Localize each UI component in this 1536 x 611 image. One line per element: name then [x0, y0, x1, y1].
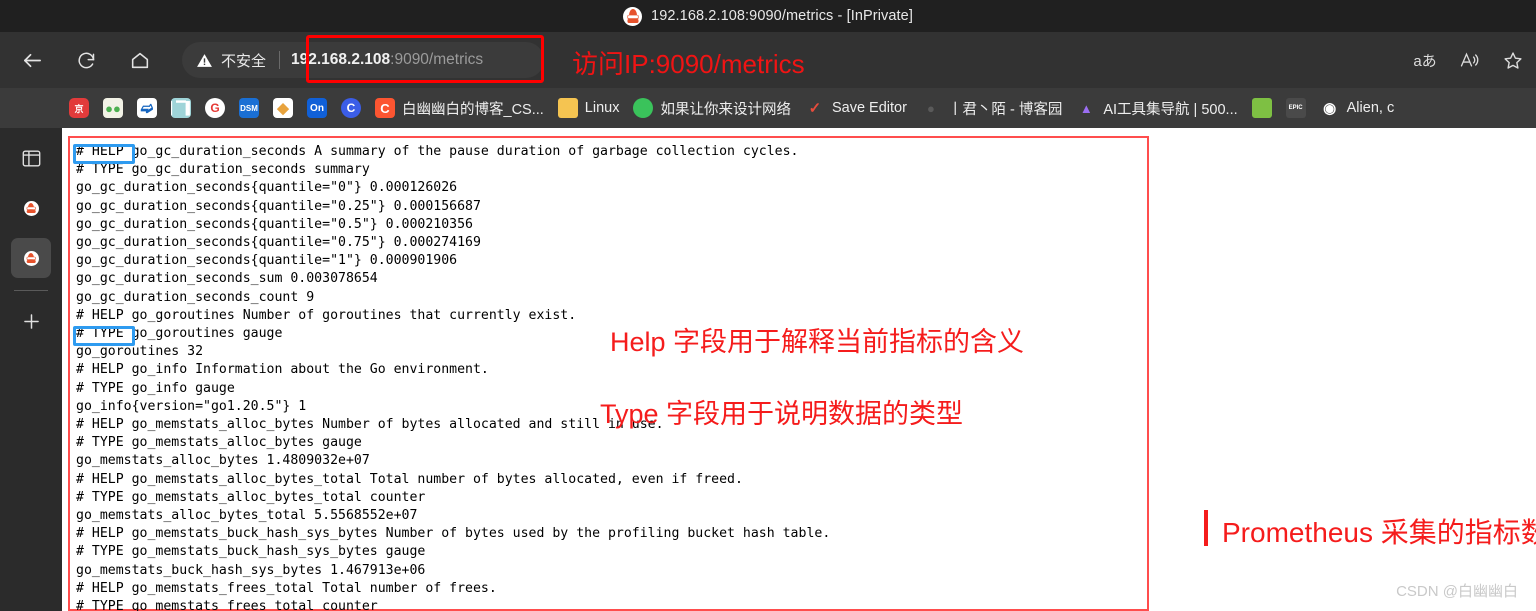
divider [279, 51, 281, 69]
annotation-type: Type 字段用于说明数据的类型 [600, 399, 964, 429]
read-aloud-icon[interactable] [1450, 42, 1488, 78]
back-arrow-icon[interactable] [10, 38, 54, 82]
address-bar[interactable]: 不安全 192.168.2.108:9090/metrics [182, 42, 544, 78]
vertical-tab-rail [0, 128, 62, 611]
bookmark-label: Alien, c [1346, 100, 1395, 116]
bookmark-label: Linux [584, 100, 620, 116]
prometheus-icon [623, 6, 643, 26]
bookmark-item[interactable]: C 白幽幽白的博客_CS... [368, 94, 551, 122]
title-bar: 192.168.2.108:9090/metrics - [InPrivate] [0, 0, 1536, 32]
squares-icon [1251, 98, 1272, 118]
frog-icon: ●● [103, 98, 123, 118]
warning-triangle-icon [196, 52, 213, 69]
dsm-icon: DSM [239, 98, 259, 118]
divider [14, 290, 48, 291]
new-tab-button[interactable] [11, 301, 51, 341]
on-icon: On [307, 98, 327, 118]
annotation-prometheus: Prometheus 采集的指标数据 [1222, 517, 1536, 548]
home-icon[interactable] [118, 38, 162, 82]
bookmark-item[interactable]: ◆ [266, 94, 300, 122]
favorites-star-icon[interactable] [1494, 42, 1532, 78]
epic-games-icon: EPIC [1285, 98, 1306, 118]
bookmark-label: 白幽幽白的博客_CS... [402, 101, 544, 118]
security-label: 不安全 [221, 52, 267, 70]
bookmark-item[interactable]: C [334, 94, 368, 122]
bookmark-item[interactable]: ✓ Save Editor [798, 94, 914, 122]
bookmark-item[interactable]: ● 丨君丶陌 - 博客园 [914, 94, 1069, 122]
bookmark-item[interactable]: ▲ AI工具集导航 | 500... [1069, 94, 1244, 122]
bookmark-item[interactable]: ◉ Alien, c [1313, 94, 1402, 122]
prometheus-tab-2[interactable] [11, 238, 51, 278]
prometheus-icon [23, 250, 39, 266]
translate-icon[interactable]: aあ [1406, 42, 1444, 78]
watermark: CSDN @白幽幽白 [1396, 583, 1518, 600]
bookmark-item[interactable]: EPIC [1279, 94, 1313, 122]
c-circle-icon: C [341, 98, 361, 118]
blue-arrow-icon: ➫ [137, 98, 157, 118]
bookmark-item[interactable]: G [198, 94, 232, 122]
bookmark-label: AI工具集导航 | 500... [1103, 101, 1238, 118]
origami-icon: ◆ [273, 98, 293, 118]
annotation-url: 访问IP:9090/metrics [572, 49, 805, 79]
bookmark-item[interactable]: On [300, 94, 334, 122]
url-host: 192.168.2.108 [291, 51, 391, 68]
tab-list-icon[interactable] [11, 138, 51, 178]
bookmark-item[interactable]: 京 [62, 94, 96, 122]
url-path: :9090/metrics [390, 51, 484, 68]
cnblogs-icon: ● [927, 100, 935, 116]
prometheus-icon [23, 200, 39, 216]
reload-icon[interactable] [64, 38, 108, 82]
wechat-icon [633, 98, 654, 118]
security-indicator[interactable]: 不安全 [182, 50, 266, 71]
ai-nav-icon: ▲ [1079, 100, 1093, 116]
g-circle-icon: G [205, 98, 225, 118]
toolbar-right-actions: aあ [1406, 42, 1532, 78]
bookmark-item[interactable]: ▌▔▌ [164, 94, 198, 122]
save-editor-icon: ✓ [808, 100, 822, 117]
bookmark-item[interactable]: DSM [232, 94, 266, 122]
prometheus-tab-1[interactable] [11, 188, 51, 228]
folder-icon [557, 98, 578, 118]
annotation-pointer-bar [1204, 510, 1208, 546]
bookmark-label: 如果让你来设计网络 [660, 101, 791, 118]
metrics-output-box: # HELP go_gc_duration_seconds A summary … [68, 136, 1149, 611]
window-title: 192.168.2.108:9090/metrics - [InPrivate] [651, 8, 913, 24]
bookmark-item[interactable]: ●● [96, 94, 130, 122]
bookmark-item[interactable] [1245, 94, 1279, 122]
eye-icon: ◉ [1323, 100, 1337, 117]
csdn-icon: C [375, 98, 395, 118]
bookmark-item[interactable]: 如果让你来设计网络 [626, 94, 798, 122]
url-text[interactable]: 192.168.2.108:9090/metrics [291, 51, 483, 69]
bookmark-item[interactable]: ➫ [130, 94, 164, 122]
page-content: # HELP go_gc_duration_seconds A summary … [62, 128, 1536, 611]
bookmarks-bar: 京 ●● ➫ ▌▔▌ G DSM ◆ On C C 白幽幽白的博客_CS... [0, 88, 1536, 128]
bookmark-item[interactable]: Linux [551, 94, 627, 122]
metrics-text: # HELP go_gc_duration_seconds A summary … [76, 144, 831, 611]
bookmark-label: Save Editor [831, 100, 907, 116]
waveform-icon: ▌▔▌ [171, 98, 191, 118]
browser-window: 192.168.2.108:9090/metrics - [InPrivate] [0, 0, 1536, 611]
annotation-help: Help 字段用于解释当前指标的含义 [610, 327, 1025, 357]
bookmark-label: 丨君丶陌 - 博客园 [947, 101, 1063, 118]
jd-icon: 京 [69, 98, 89, 118]
